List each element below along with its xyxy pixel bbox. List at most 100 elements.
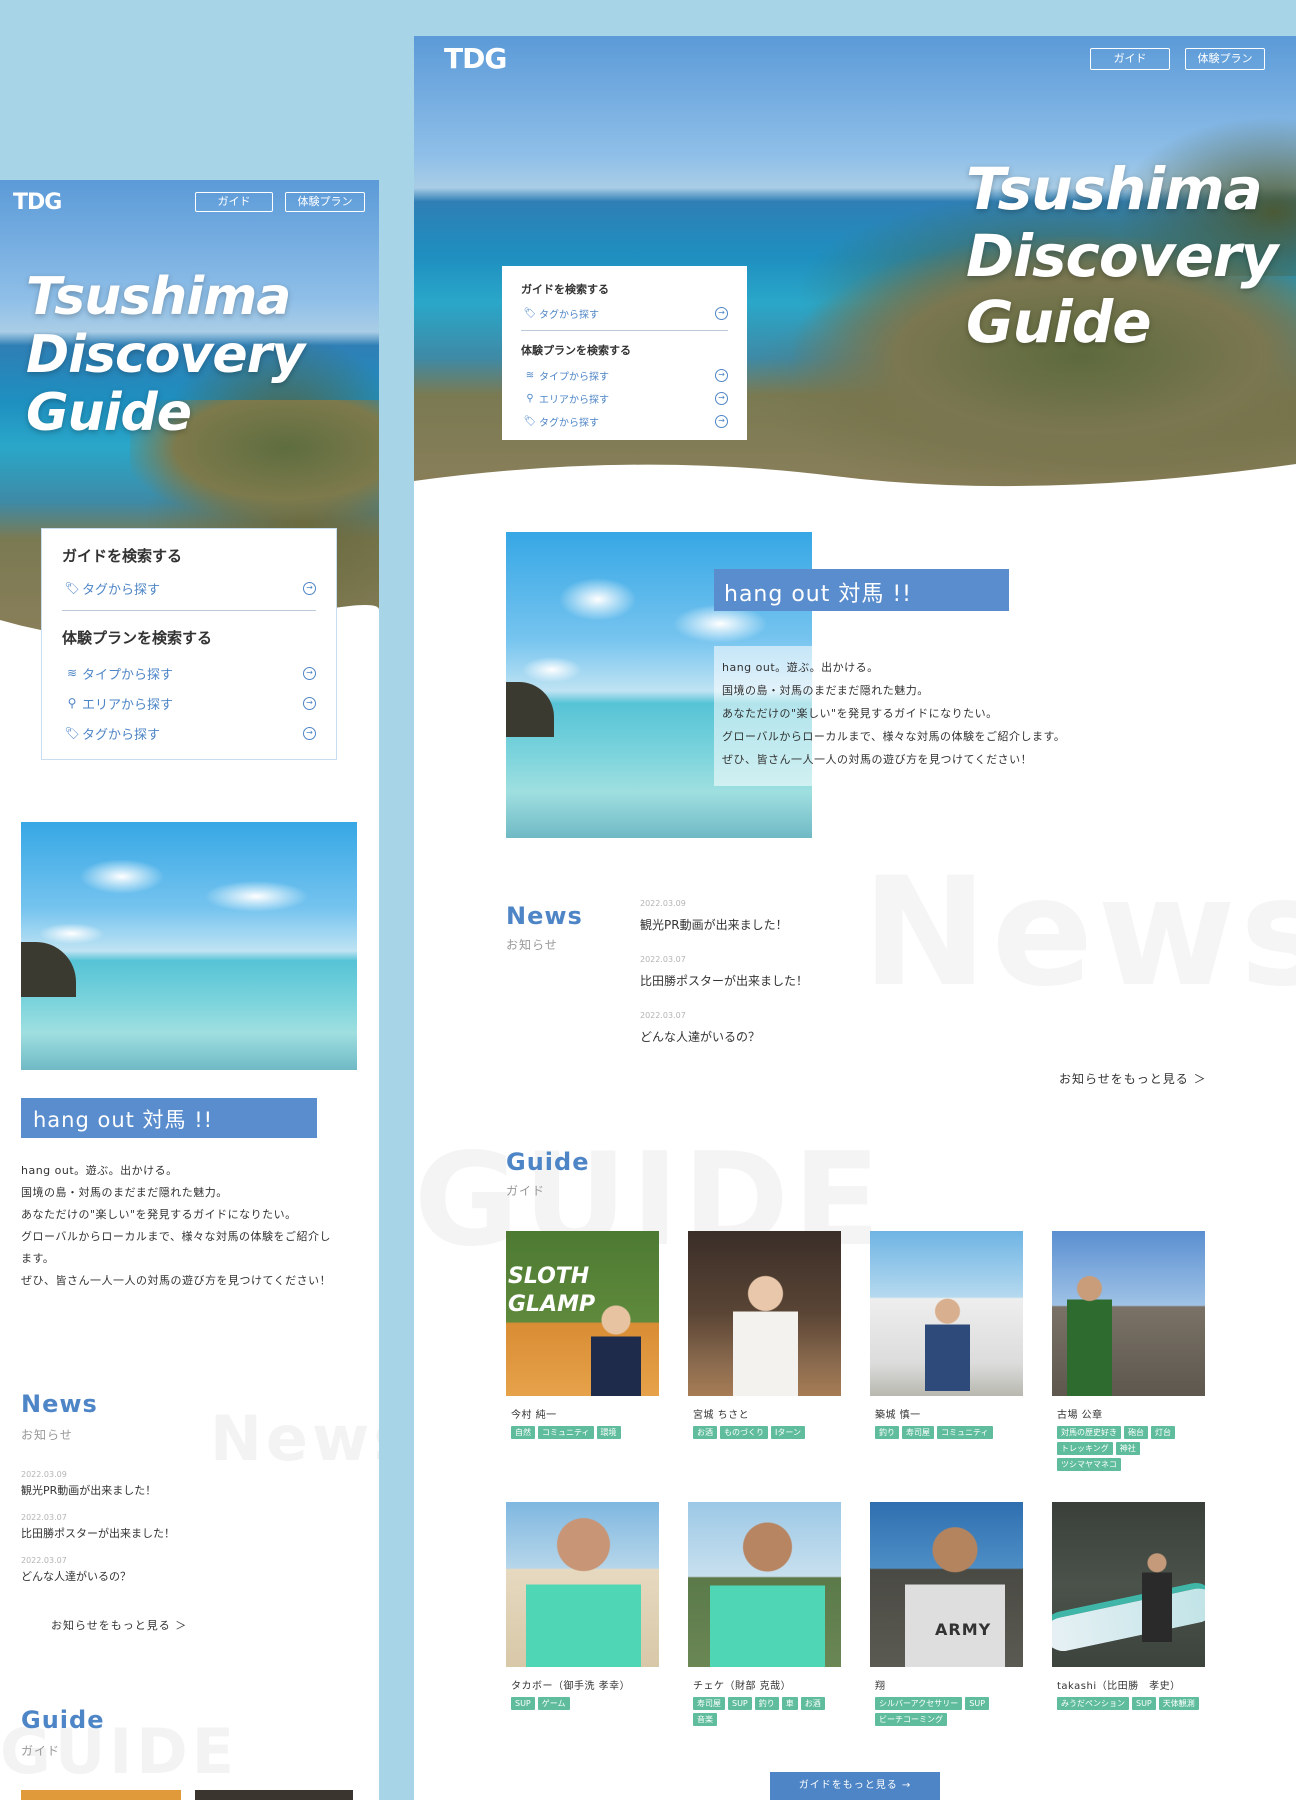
guide-photo-person	[710, 1517, 825, 1667]
guide-tag[interactable]: 砲台	[1124, 1426, 1148, 1439]
news-title[interactable]: 比田勝ポスターが出来ました！	[21, 1525, 351, 1541]
guide-tag[interactable]: トレッキング	[1057, 1442, 1113, 1455]
mobile-nav-guide-button[interactable]: ガイド	[195, 192, 273, 212]
search-link-label: タグから探す	[539, 418, 599, 429]
news-title[interactable]: どんな人達がいるの？	[21, 1568, 351, 1584]
guide-name[interactable]: 宮城 ちさと	[693, 1406, 841, 1421]
guide-name[interactable]: 築城 慎一	[875, 1406, 1023, 1421]
mobile-preview: TDG ガイド 体験プラン Tsushima Discovery Guide ガ…	[0, 180, 379, 1800]
news-title[interactable]: 観光PR動画が出来ました！	[21, 1482, 351, 1498]
news-title[interactable]: 比田勝ポスターが出来ました！	[640, 972, 1040, 989]
guide-card[interactable]: ARMY 翔 シルバーアクセサリー SUP ビーチコーミング	[870, 1502, 1023, 1726]
mobile-guide-title: Guide	[21, 1706, 105, 1734]
guide-card[interactable]: 築城 慎一 釣り 寿司屋 コミュニティ	[870, 1231, 1023, 1439]
guide-tag[interactable]: ビーチコーミング	[875, 1713, 947, 1726]
news-title[interactable]: 観光PR動画が出来ました！	[640, 916, 1040, 933]
mobile-nav-plan-button[interactable]: 体験プラン	[285, 192, 365, 212]
guide-card[interactable]: チェケ（財部 克哉） 寿司屋 SUP 釣り 車 お酒 音楽	[688, 1502, 841, 1726]
mobile-news-more-link[interactable]: お知らせをもっと見る ＞	[51, 1617, 187, 1633]
guide-name[interactable]: チェケ（財部 克哉）	[693, 1677, 841, 1692]
news-item[interactable]: 2022.03.09 観光PR動画が出来ました！	[640, 899, 1040, 955]
mobile-hero-title: Tsushima Discovery Guide	[26, 268, 305, 443]
guide-card[interactable]: takashi（比田勝 孝史） みうだペンション SUP 天体観測	[1052, 1502, 1205, 1710]
guide-card[interactable]: タカボー（御手洗 孝幸） SUP ゲーム	[506, 1502, 659, 1710]
desktop-intro-heading: hang out 対馬 !!	[714, 569, 1009, 611]
guide-photo[interactable]: SLOTH GLAMP	[506, 1231, 659, 1396]
hero-title-line: Guide	[966, 288, 1152, 357]
news-item[interactable]: 2022.03.07 どんな人達がいるの？	[21, 1556, 351, 1599]
guide-tag[interactable]: 寿司屋	[693, 1697, 725, 1710]
news-title[interactable]: どんな人達がいるの？	[640, 1028, 1040, 1045]
pin-icon: ⚲	[67, 696, 77, 710]
guide-tag[interactable]: お酒	[800, 1697, 825, 1710]
guide-photo[interactable]	[870, 1231, 1023, 1396]
desktop-news-title: News	[506, 902, 583, 930]
guide-name[interactable]: 古場 公章	[1057, 1406, 1205, 1421]
guide-photo[interactable]	[1052, 1502, 1205, 1667]
guide-photo[interactable]: ARMY	[870, 1502, 1023, 1667]
plan-search-type-link[interactable]: ≋ タイプから探す →	[62, 658, 316, 688]
guide-more-button[interactable]: ガイドをもっと見る →	[770, 1772, 940, 1800]
guide-photo-board	[1052, 1579, 1205, 1655]
guide-tag[interactable]: 天体観測	[1158, 1697, 1199, 1710]
guide-card[interactable]: 古場 公章 対馬の歴史好き 砲台 灯台 トレッキング 神社 ツシマヤマネコ	[1052, 1231, 1205, 1471]
plan-search-type-link[interactable]: ≋ タイプから探す →	[521, 364, 728, 387]
desktop-logo[interactable]: TDG	[444, 42, 507, 75]
desktop-search-box: ガイドを検索する 🏷 タグから探す → 体験プランを検索する ≋ タイプから探す…	[502, 266, 747, 440]
guide-tag[interactable]: 釣り	[754, 1697, 779, 1710]
guide-tag[interactable]: コミュニティ	[538, 1426, 594, 1439]
guide-tag[interactable]: 対馬の歴史好き	[1057, 1426, 1121, 1439]
guide-search-tag-link[interactable]: 🏷 タグから探す →	[521, 305, 728, 321]
guide-name[interactable]: 翔	[875, 1677, 1023, 1692]
guide-tag[interactable]: ものづくり	[720, 1426, 768, 1439]
guide-tag[interactable]: みうだペンション	[1057, 1697, 1129, 1710]
guide-tag[interactable]: SUP	[965, 1697, 990, 1710]
guide-tag[interactable]: 環境	[596, 1426, 621, 1439]
guide-photo[interactable]	[688, 1231, 841, 1396]
guide-tag[interactable]: 神社	[1115, 1442, 1140, 1455]
guide-tag[interactable]: ゲーム	[537, 1697, 570, 1710]
news-item[interactable]: 2022.03.07 比田勝ポスターが出来ました！	[640, 955, 1040, 1011]
plan-search-area-link[interactable]: ⚲ エリアから探す →	[521, 387, 728, 410]
guide-tag[interactable]: ツシマヤマネコ	[1057, 1458, 1121, 1471]
news-item[interactable]: 2022.03.07 比田勝ポスターが出来ました！	[21, 1513, 351, 1556]
desktop-nav-guide-button[interactable]: ガイド	[1090, 48, 1170, 70]
guide-photo[interactable]	[506, 1502, 659, 1667]
guide-tag[interactable]: 音楽	[693, 1713, 717, 1726]
search-link-label: タグから探す	[539, 309, 599, 321]
news-item[interactable]: 2022.03.09 観光PR動画が出来ました！	[21, 1470, 351, 1513]
guide-tag[interactable]: コミュニティ	[937, 1426, 993, 1439]
guide-photo-person	[1142, 1552, 1172, 1642]
guide-tag[interactable]: 車	[781, 1697, 798, 1710]
mobile-logo[interactable]: TDG	[13, 190, 62, 215]
guide-name[interactable]: takashi（比田勝 孝史）	[1057, 1677, 1205, 1692]
guide-tag[interactable]: 寿司屋	[902, 1426, 934, 1439]
guide-tag[interactable]: SUP	[1132, 1697, 1156, 1710]
guide-tag[interactable]: お酒	[693, 1426, 717, 1439]
news-item[interactable]: 2022.03.07 どんな人達がいるの？	[640, 1011, 1040, 1067]
desktop-nav-plan-button[interactable]: 体験プラン	[1185, 48, 1265, 70]
guide-tag[interactable]: Iターン	[771, 1426, 805, 1439]
guide-photo[interactable]	[1052, 1231, 1205, 1396]
guide-photo[interactable]	[688, 1502, 841, 1667]
photo-rock	[506, 682, 554, 737]
guide-tag[interactable]: SUP	[728, 1697, 752, 1710]
guide-tag[interactable]: 灯台	[1151, 1426, 1175, 1439]
plan-search-tag-link[interactable]: 🏷 タグから探す →	[521, 410, 728, 433]
desktop-news-more-link[interactable]: お知らせをもっと見る ＞	[1059, 1070, 1207, 1087]
guide-search-heading: ガイドを検索する	[521, 283, 609, 296]
guide-tag[interactable]: シルバーアクセサリー	[875, 1697, 963, 1710]
plan-search-area-link[interactable]: ⚲ エリアから探す →	[62, 688, 316, 718]
arrow-circle-icon: →	[303, 581, 316, 595]
desktop-guide-title: Guide	[506, 1148, 590, 1176]
guide-card[interactable]: 宮城 ちさと お酒 ものづくり Iターン	[688, 1231, 841, 1439]
guide-tag[interactable]: 自然	[511, 1426, 535, 1439]
plan-search-tag-link[interactable]: 🏷 タグから探す →	[62, 718, 316, 748]
plan-search-heading: 体験プランを検索する	[62, 629, 213, 647]
guide-tag[interactable]: 釣り	[875, 1426, 899, 1439]
guide-card[interactable]: SLOTH GLAMP 今村 純一 自然 コミュニティ 環境	[506, 1231, 659, 1439]
guide-name[interactable]: タカボー（御手洗 孝幸）	[511, 1677, 659, 1692]
guide-tag[interactable]: SUP	[511, 1697, 535, 1710]
guide-search-tag-link[interactable]: 🏷 タグから探す →	[62, 578, 316, 598]
guide-name[interactable]: 今村 純一	[511, 1406, 659, 1421]
